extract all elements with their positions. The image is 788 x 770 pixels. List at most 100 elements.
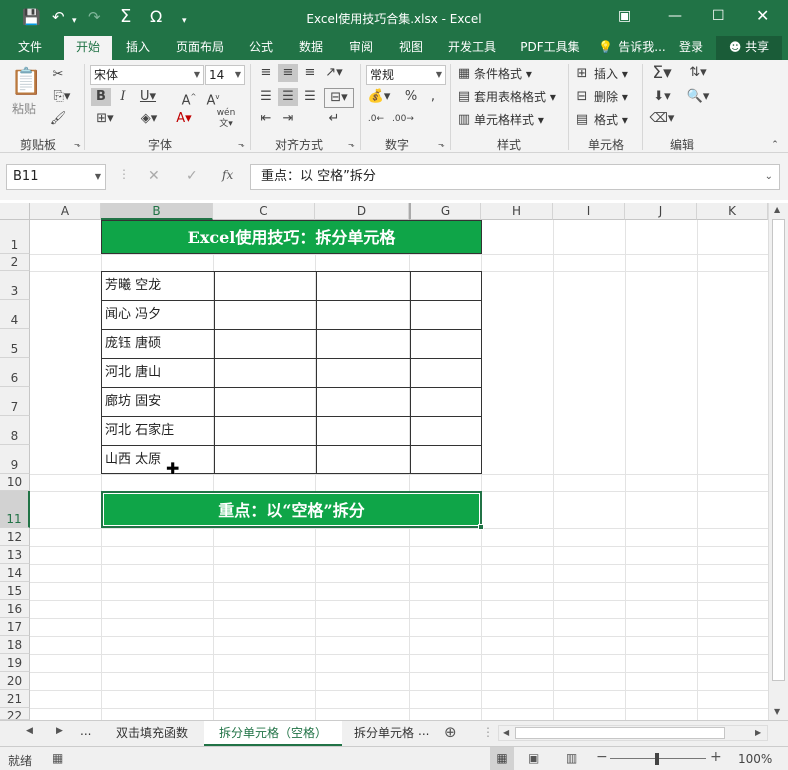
row-header[interactable]: 12 [0,528,30,546]
row-header[interactable]: 7 [0,387,30,416]
share-button[interactable]: ☻ 共享 [716,36,782,60]
row-header[interactable]: 4 [0,300,30,329]
zoom-level[interactable]: 100% [738,752,772,766]
increase-indent-icon[interactable]: ⇥ [278,110,298,128]
font-launcher-icon[interactable]: ⬎ [238,140,245,149]
row-header[interactable]: 2 [0,254,30,271]
col-header-b[interactable]: B [101,203,213,220]
fill-icon[interactable]: ⬇▾ [648,88,676,106]
row-header[interactable]: 5 [0,329,30,358]
scroll-right-icon[interactable]: ▶ [755,728,761,737]
tab-sheet-fill-function[interactable]: 双击填充函数 [104,721,200,746]
row-header[interactable]: 6 [0,358,30,387]
font-size-select[interactable]: 14 ▼ [205,65,245,85]
add-sheet-icon[interactable]: ⊕ [444,723,457,741]
col-header-a[interactable]: A [30,203,101,220]
increase-font-icon[interactable]: A^ [180,88,198,110]
col-header-h[interactable]: H [481,203,553,220]
insert-cells-button[interactable]: 插入 ▾ [594,65,628,83]
scroll-thumb[interactable] [772,219,785,681]
clear-icon[interactable]: ⌫▾ [648,110,676,128]
select-all-corner[interactable] [0,203,30,220]
h-scroll-thumb[interactable] [515,727,725,739]
macro-record-icon[interactable]: ▦ [52,751,63,765]
accounting-icon[interactable]: 💰▾ [366,88,392,106]
format-painter-icon[interactable]: 🖌 [48,110,68,128]
collapse-ribbon-icon[interactable]: ⌃ [768,136,782,154]
row-header[interactable]: 16 [0,600,30,618]
name-box[interactable]: B11 ▼ [6,164,106,190]
border-icon[interactable]: ⊞▾ [92,110,118,128]
page-break-view-icon[interactable]: ▥ [566,751,577,765]
scroll-down-icon[interactable]: ▼ [774,707,780,716]
italic-icon[interactable]: I [114,88,132,106]
align-right-icon[interactable]: ☰ [300,88,320,106]
zoom-out-icon[interactable]: − [596,749,608,765]
col-header-i[interactable]: I [553,203,625,220]
row-header[interactable]: 21 [0,690,30,708]
increase-decimal-icon[interactable]: .0← [366,110,386,128]
align-left-icon[interactable]: ☰ [256,88,276,106]
row-header[interactable]: 9 [0,445,30,474]
login-button[interactable]: 登录 [674,36,708,60]
menu-home[interactable]: 开始 [64,36,112,61]
table-cell[interactable]: 庞钰 唐硕 [102,330,161,358]
menu-formulas[interactable]: 公式 [240,36,282,60]
clipboard-launcher-icon[interactable]: ⬎ [74,140,81,149]
table-cell[interactable]: 廊坊 固安 [102,388,161,416]
number-launcher-icon[interactable]: ⬎ [438,140,445,149]
sort-filter-icon[interactable]: ⇅▾ [684,64,712,82]
menu-developer[interactable]: 开发工具 [440,36,504,60]
alignment-launcher-icon[interactable]: ⬎ [348,140,355,149]
underline-icon[interactable]: U▾ [136,88,160,106]
table-cell[interactable]: 闻心 冯夕 [102,301,161,329]
row-header[interactable]: 22 [0,708,30,720]
decrease-font-icon[interactable]: Av [204,88,222,110]
col-header-c[interactable]: C [213,203,315,220]
font-name-select[interactable]: 宋体 ▼ [90,65,204,85]
merge-center-icon[interactable]: ⊟▾ [324,88,354,108]
row-header[interactable]: 3 [0,271,30,300]
number-format-select[interactable]: 常规 ▼ [366,65,446,85]
menu-data[interactable]: 数据 [290,36,332,60]
row-header[interactable]: 20 [0,672,30,690]
cut-icon[interactable]: ✂ [48,66,68,84]
tell-me[interactable]: 告诉我... [614,36,670,60]
normal-view-icon[interactable]: ▦ [490,747,514,770]
zoom-slider-thumb[interactable] [655,753,659,765]
tab-sheet-split-space[interactable]: 拆分单元格（空格） [204,721,342,746]
copy-icon[interactable]: ⎘▾ [48,88,76,106]
minimize-icon[interactable]: — [668,6,682,26]
table-cell[interactable]: 河北 唐山 [102,359,161,387]
phonetic-icon[interactable]: wén 文▾ [212,108,240,130]
menu-insert[interactable]: 插入 [118,36,158,60]
vertical-scrollbar[interactable]: ▲ ▼ [768,203,788,720]
table-cell[interactable]: 河北 石家庄 [102,417,174,445]
maximize-icon[interactable]: ☐ [712,6,725,26]
expand-formula-icon[interactable]: ⌄ [765,165,773,189]
col-header-j[interactable]: J [625,203,697,220]
percent-icon[interactable]: % [402,88,420,106]
col-header-k[interactable]: K [697,203,768,220]
table-cell[interactable]: 山西 太原 [102,446,161,474]
menu-page-layout[interactable]: 页面布局 [168,36,232,60]
row-header[interactable]: 8 [0,416,30,445]
paste-label[interactable]: 粘贴 [12,100,36,118]
conditional-format-button[interactable]: 条件格式 ▾ [474,65,532,83]
delete-cells-button[interactable]: 删除 ▾ [594,88,628,106]
close-icon[interactable]: ✕ [756,6,769,26]
table-cell[interactable]: 芳曦 空龙 [102,272,161,300]
row-header[interactable]: 14 [0,564,30,582]
scroll-up-icon[interactable]: ▲ [774,205,780,214]
menu-file[interactable]: 文件 [8,36,52,60]
horizontal-scrollbar[interactable]: ◀ ▶ [498,725,768,741]
row-header[interactable]: 18 [0,636,30,654]
tabs-more-right[interactable]: ... [418,724,429,738]
tab-scroll-right-icon[interactable]: ▶ [56,726,63,736]
row-header[interactable]: 13 [0,546,30,564]
row-header[interactable]: 19 [0,654,30,672]
decrease-decimal-icon[interactable]: .00→ [392,110,414,128]
bold-icon[interactable]: B [91,88,111,106]
page-layout-view-icon[interactable]: ▣ [528,751,539,765]
col-header-d[interactable]: D [315,203,409,220]
